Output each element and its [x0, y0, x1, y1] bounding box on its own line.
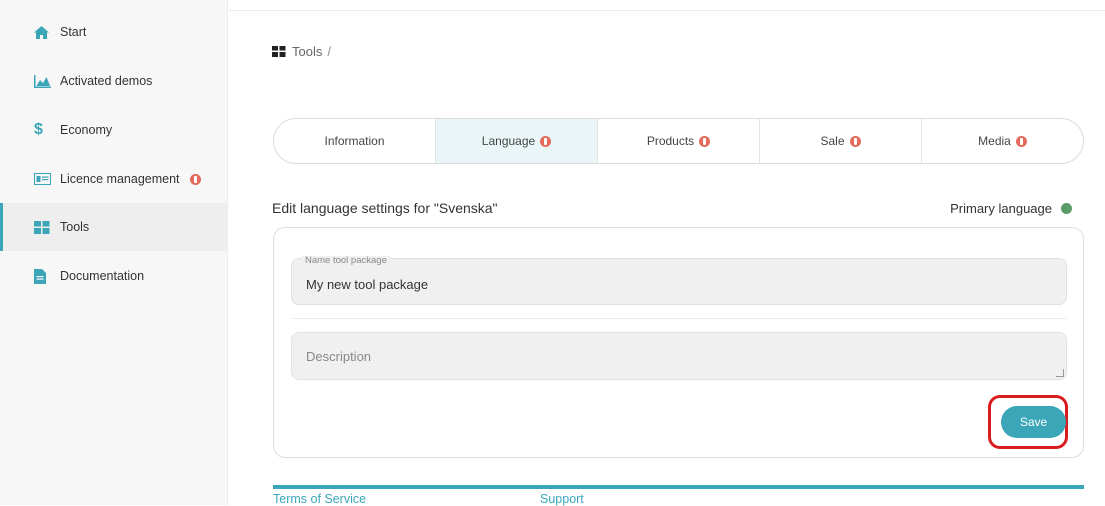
- sidebar-item-label: Activated demos: [60, 74, 153, 88]
- alert-badge: [540, 135, 552, 147]
- primary-status-dot: [1061, 203, 1072, 214]
- top-divider: [229, 10, 1105, 11]
- language-settings-card: Name tool package My new tool package De…: [273, 227, 1084, 458]
- resize-handle[interactable]: [1056, 369, 1064, 377]
- tab-sale[interactable]: Sale: [760, 119, 922, 163]
- alert-badge: [189, 173, 201, 185]
- grid-icon: [34, 219, 54, 235]
- breadcrumb-item-tools[interactable]: Tools: [292, 44, 322, 59]
- id-card-icon: [34, 171, 54, 187]
- footer-accent-bar: [273, 485, 1084, 489]
- tab-bar: Information Language Products Sale Media: [273, 118, 1084, 164]
- save-button[interactable]: Save: [1001, 406, 1066, 438]
- divider: [291, 318, 1067, 319]
- sidebar-item-start[interactable]: Start: [0, 8, 228, 56]
- alert-badge: [849, 135, 861, 147]
- dollar-icon: $: [34, 121, 43, 138]
- sidebar-item-label: Economy: [60, 123, 113, 137]
- sidebar-item-label: Start: [60, 25, 87, 39]
- primary-language-label: Primary language: [950, 201, 1052, 216]
- sidebar-item-tools[interactable]: Tools: [0, 203, 228, 251]
- sidebar-item-label: Licence management: [60, 172, 180, 186]
- sidebar-item-licence-management[interactable]: Licence management: [0, 155, 228, 203]
- area-chart-icon: [34, 73, 54, 89]
- sidebar-item-label: Tools: [60, 220, 90, 234]
- sidebar-item-economy[interactable]: $ Economy: [0, 106, 228, 154]
- sidebar-item-documentation[interactable]: Documentation: [0, 252, 228, 300]
- tab-language[interactable]: Language: [436, 119, 598, 163]
- alert-badge: [1015, 135, 1027, 147]
- tab-label: Sale: [820, 134, 845, 148]
- breadcrumb: Tools /: [272, 44, 331, 59]
- tab-label: Information: [324, 134, 385, 148]
- support-link[interactable]: Support: [540, 492, 584, 506]
- field-placeholder: Description: [306, 349, 372, 364]
- tab-products[interactable]: Products: [598, 119, 760, 163]
- sidebar: Start Activated demos $ Economy Licence …: [0, 0, 228, 505]
- sidebar-item-activated-demos[interactable]: Activated demos: [0, 57, 228, 105]
- terms-of-service-link[interactable]: Terms of Service: [273, 492, 366, 506]
- field-legend: Name tool package: [302, 256, 390, 266]
- primary-language-indicator: Primary language: [950, 201, 1072, 216]
- tab-label: Products: [646, 134, 695, 148]
- grid-icon: [272, 46, 286, 57]
- tab-media[interactable]: Media: [922, 119, 1083, 163]
- breadcrumb-separator: /: [327, 44, 331, 59]
- tab-label: Language: [481, 134, 536, 148]
- tab-information[interactable]: Information: [274, 119, 436, 163]
- sidebar-item-label: Documentation: [60, 269, 145, 283]
- name-tool-package-field[interactable]: Name tool package My new tool package: [291, 256, 1067, 305]
- description-textarea[interactable]: Description: [291, 332, 1067, 380]
- document-icon: [34, 268, 54, 284]
- alert-badge: [699, 135, 711, 147]
- edit-language-title: Edit language settings for "Svenska": [272, 200, 498, 216]
- home-icon: [34, 24, 54, 40]
- tab-label: Media: [978, 134, 1011, 148]
- field-value: My new tool package: [306, 277, 429, 292]
